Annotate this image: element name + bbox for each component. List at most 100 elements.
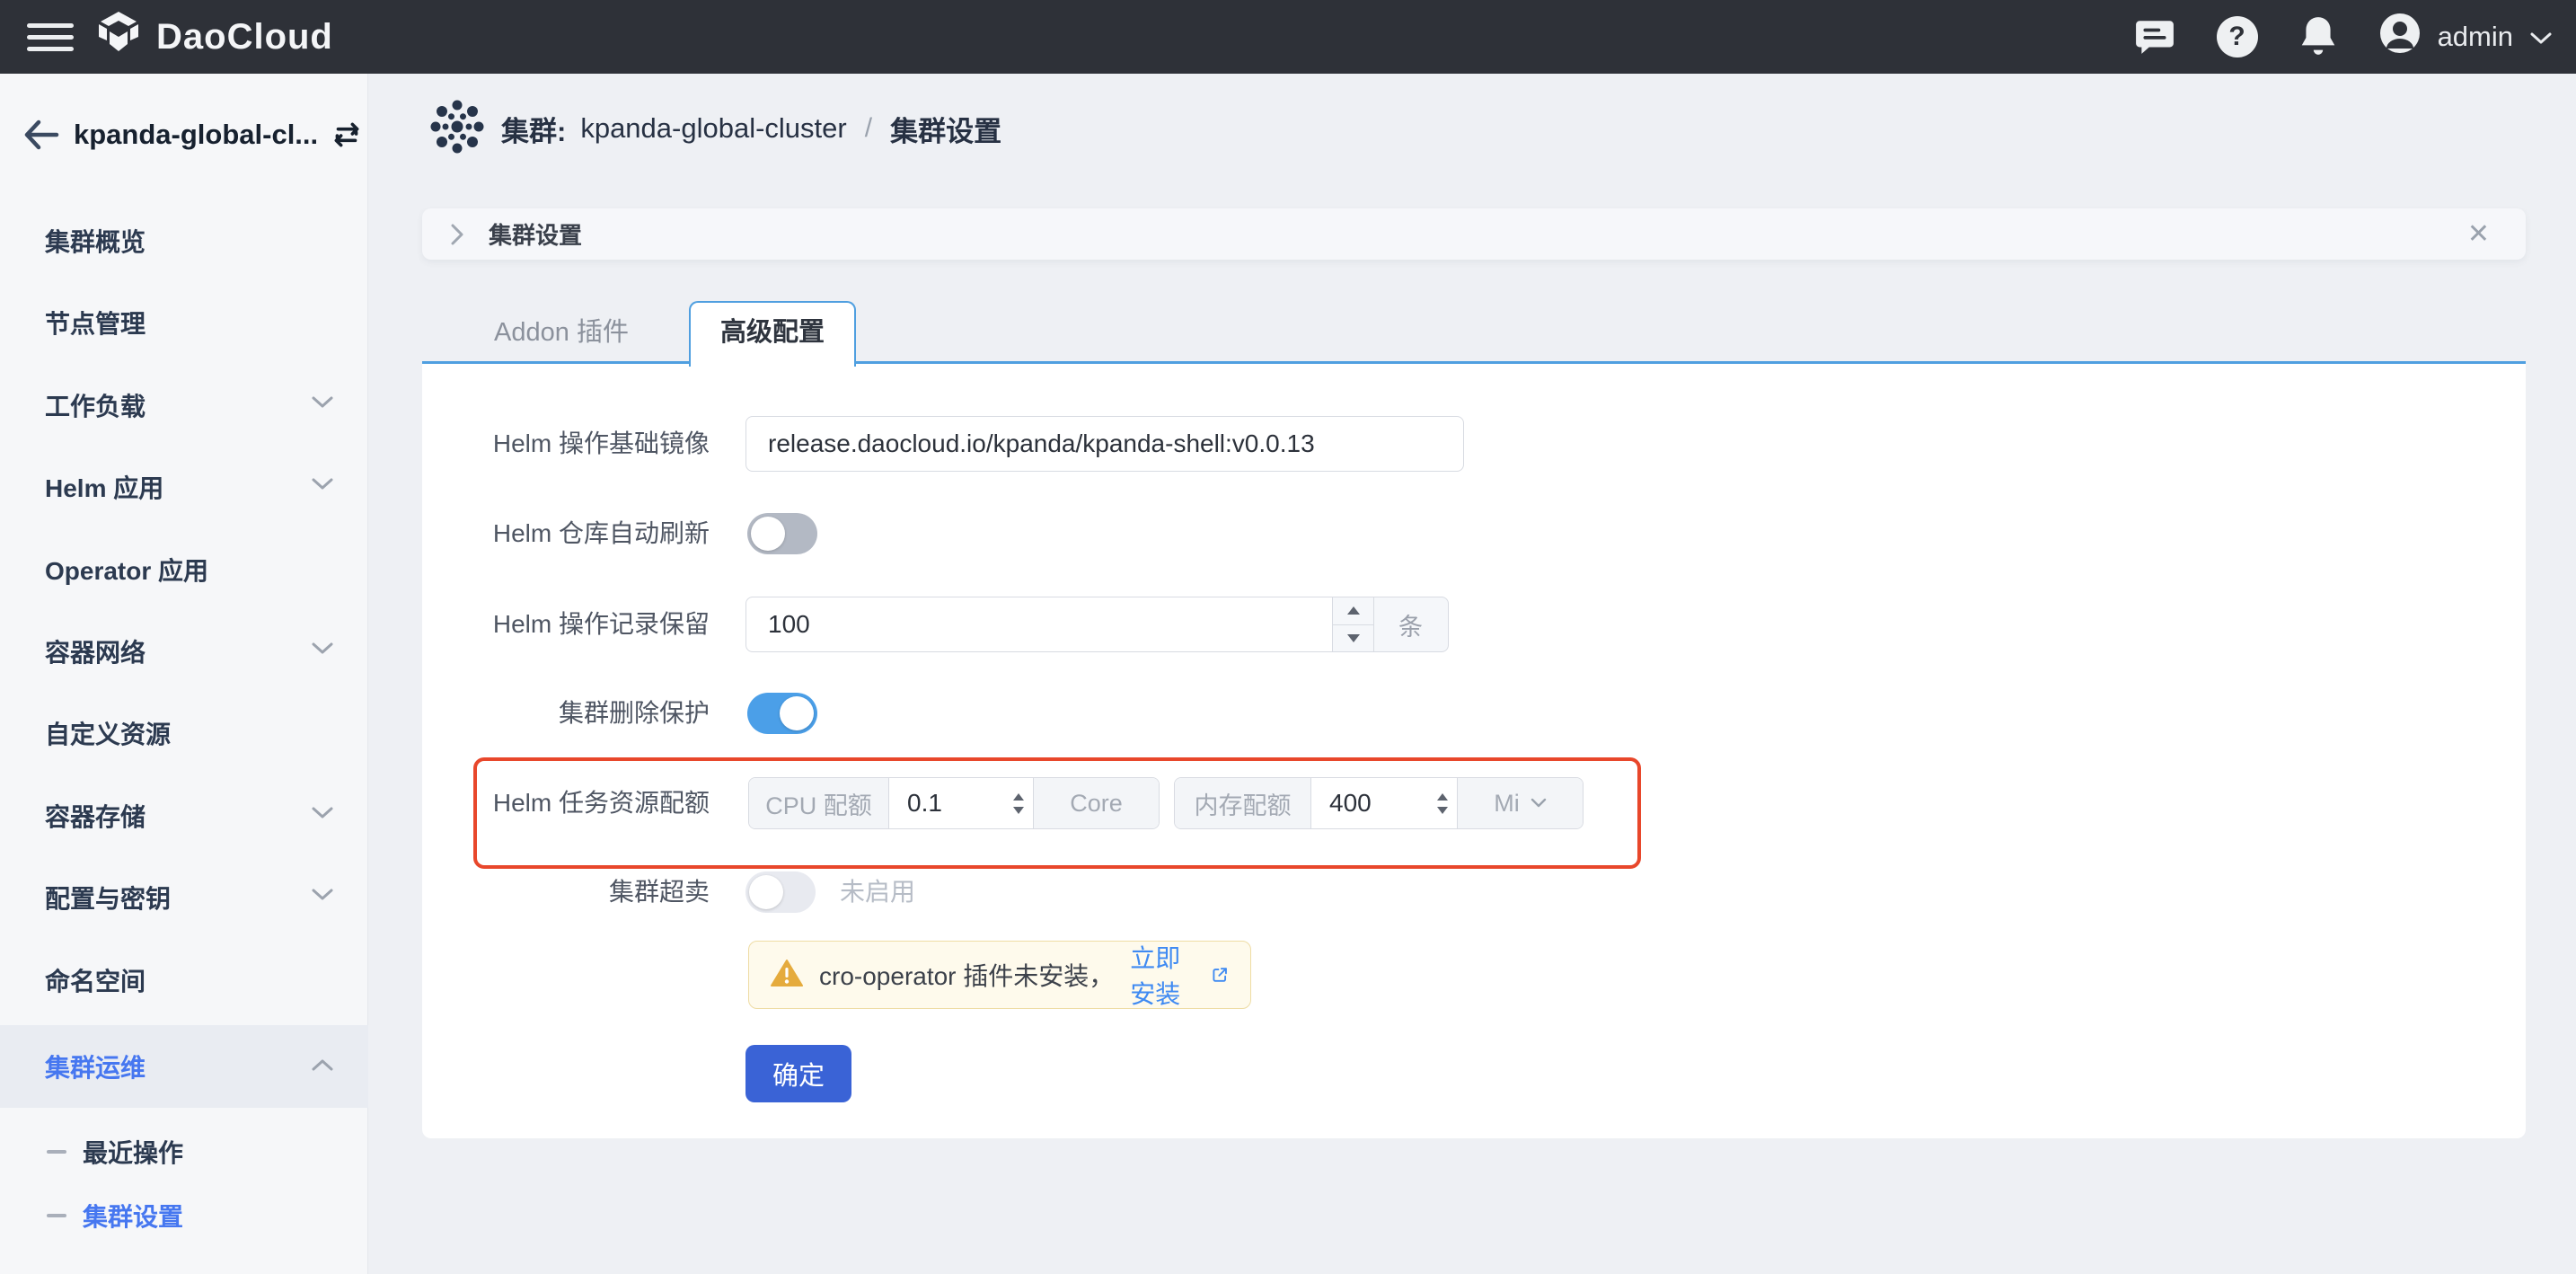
- sidebar-item-namespaces[interactable]: 命名空间: [0, 939, 368, 1021]
- cluster-switcher-row: kpanda-global-cl...: [0, 99, 368, 171]
- cluster-dots-icon: [428, 97, 487, 161]
- delete-protection-toggle[interactable]: [747, 693, 817, 734]
- confirm-button[interactable]: 确定: [745, 1045, 851, 1102]
- help-icon[interactable]: ?: [2217, 16, 2258, 58]
- sidebar-subitem-cluster-settings[interactable]: 集群设置: [0, 1175, 368, 1255]
- memory-quota-unit-value: Mi: [1494, 790, 1520, 818]
- task-quota-label: Helm 任务资源配额: [422, 785, 710, 821]
- step-up-icon[interactable]: [1013, 793, 1024, 801]
- sidebar-item-custom-resources[interactable]: 自定义资源: [0, 692, 368, 774]
- hamburger-menu-icon[interactable]: [27, 23, 74, 52]
- oversell-status-text: 未启用: [840, 874, 915, 910]
- collapse-chevron-right-icon[interactable]: [449, 223, 465, 246]
- sidebar-item-container-network[interactable]: 容器网络: [0, 610, 368, 692]
- sidebar-item-config-secrets[interactable]: 配置与密钥: [0, 856, 368, 938]
- external-link-icon: [1211, 962, 1229, 987]
- step-down-icon[interactable]: [1333, 624, 1373, 652]
- helm-history-control: 100 条: [745, 597, 1449, 652]
- stepper: [1332, 597, 1373, 651]
- switch-cluster-icon[interactable]: [331, 119, 363, 150]
- chevron-down-icon: [311, 395, 334, 414]
- notification-bell-icon[interactable]: [2299, 15, 2337, 58]
- chevron-down-icon: [1531, 798, 1547, 809]
- sidebar-item-label: 自定义资源: [45, 715, 171, 751]
- cpu-quota-input-wrap: 0.1: [889, 778, 1033, 828]
- chevron-down-icon: [311, 477, 334, 496]
- sidebar-item-label: 集群概览: [45, 223, 146, 259]
- tab-advanced-config[interactable]: 高级配置: [689, 301, 856, 367]
- memory-quota-prefix: 内存配额: [1175, 778, 1311, 828]
- sidebar-item-label: Operator 应用: [45, 552, 208, 588]
- helm-history-unit: 条: [1373, 597, 1449, 652]
- sidebar-item-helm-apps[interactable]: Helm 应用: [0, 446, 368, 527]
- breadcrumb-current: 集群设置: [890, 109, 1001, 149]
- topbar: DaoCloud ? admin: [0, 0, 2576, 74]
- sidebar-item-label: 集群运维: [45, 1048, 146, 1084]
- helm-repo-refresh-label: Helm 仓库自动刷新: [422, 516, 710, 552]
- helm-history-input[interactable]: 100: [768, 610, 810, 639]
- memory-quota-input[interactable]: 400: [1329, 789, 1372, 818]
- sidebar-item-label: 节点管理: [45, 305, 146, 341]
- cpu-quota-unit: Core: [1033, 778, 1159, 828]
- install-now-label: 立即安装: [1130, 939, 1203, 1011]
- current-cluster-name: kpanda-global-cl...: [74, 119, 318, 151]
- step-up-icon[interactable]: [1437, 793, 1448, 801]
- sidebar-item-label: Helm 应用: [45, 469, 163, 505]
- breadcrumb-cluster-link[interactable]: kpanda-global-cluster: [580, 112, 846, 145]
- user-menu[interactable]: admin: [2378, 12, 2553, 62]
- back-arrow-icon[interactable]: [23, 119, 59, 150]
- advanced-config-form: Helm 操作基础镜像 release.daocloud.io/kpanda/k…: [422, 364, 2526, 1138]
- oversell-label: 集群超卖: [422, 874, 710, 910]
- settings-tabs: Addon 插件 高级配置: [422, 301, 2526, 364]
- alert-message: cro-operator 插件未安装，: [819, 957, 1114, 993]
- memory-quota-unit-select[interactable]: Mi: [1457, 778, 1583, 828]
- cpu-quota-input[interactable]: 0.1: [907, 789, 942, 818]
- cpu-quota-group: CPU 配额 0.1 Core: [748, 777, 1160, 829]
- plugin-warning-alert: cro-operator 插件未安装， 立即安装: [748, 941, 1251, 1009]
- daocloud-logo-icon: [93, 10, 144, 65]
- tab-addon-plugins[interactable]: Addon 插件: [422, 301, 701, 364]
- chevron-down-icon: [311, 641, 334, 660]
- breadcrumb-prefix: 集群:: [501, 109, 566, 149]
- step-up-icon[interactable]: [1333, 597, 1373, 624]
- helm-repo-refresh-toggle[interactable]: [747, 513, 817, 554]
- stepper: [1437, 778, 1448, 828]
- username: admin: [2438, 21, 2513, 53]
- helm-image-input[interactable]: release.daocloud.io/kpanda/kpanda-shell:…: [745, 416, 1464, 472]
- step-down-icon[interactable]: [1013, 807, 1024, 814]
- sidebar-item-node-management[interactable]: 节点管理: [0, 281, 368, 363]
- chevron-down-icon: [2529, 21, 2553, 53]
- sidebar-item-container-storage[interactable]: 容器存储: [0, 774, 368, 856]
- sidebar: kpanda-global-cl... 集群概览 节点管理 工作负载 Helm …: [0, 74, 368, 1274]
- chevron-down-icon: [311, 888, 334, 907]
- close-icon[interactable]: ✕: [2467, 208, 2490, 260]
- breadcrumb-separator: /: [861, 113, 876, 144]
- breadcrumb: 集群: kpanda-global-cluster / 集群设置: [428, 99, 1001, 158]
- chevron-up-icon: [311, 1057, 334, 1076]
- sidebar-item-label: 工作负载: [45, 387, 146, 423]
- brand-logo[interactable]: DaoCloud: [93, 0, 333, 74]
- install-now-link[interactable]: 立即安装: [1130, 939, 1229, 1011]
- sidebar-item-label: 配置与密钥: [45, 880, 171, 916]
- sidebar-subitem-label: 最近操作: [83, 1134, 183, 1170]
- sidebar-item-label: 容器存储: [45, 798, 146, 834]
- stepper: [1013, 778, 1024, 828]
- warning-icon: [771, 959, 803, 992]
- sidebar-item-cluster-ops[interactable]: 集群运维: [0, 1025, 368, 1108]
- oversell-toggle[interactable]: [745, 871, 816, 913]
- brand-name: DaoCloud: [156, 17, 333, 58]
- sidebar-item-cluster-overview[interactable]: 集群概览: [0, 199, 368, 281]
- cpu-quota-prefix: CPU 配额: [749, 778, 889, 828]
- sidebar-item-operator-apps[interactable]: Operator 应用: [0, 528, 368, 610]
- helm-image-label: Helm 操作基础镜像: [422, 426, 710, 462]
- chevron-down-icon: [311, 806, 334, 825]
- memory-quota-group: 内存配额 400 Mi: [1174, 777, 1584, 829]
- sidebar-item-workloads[interactable]: 工作负载: [0, 364, 368, 446]
- feedback-icon[interactable]: [2134, 17, 2175, 57]
- subitem-dash-icon: [47, 1214, 66, 1217]
- sidebar-item-label: 命名空间: [45, 962, 146, 998]
- settings-panel-header: 集群设置 ✕: [422, 208, 2526, 260]
- panel-title: 集群设置: [489, 217, 582, 251]
- step-down-icon[interactable]: [1437, 807, 1448, 814]
- avatar: [2378, 12, 2422, 62]
